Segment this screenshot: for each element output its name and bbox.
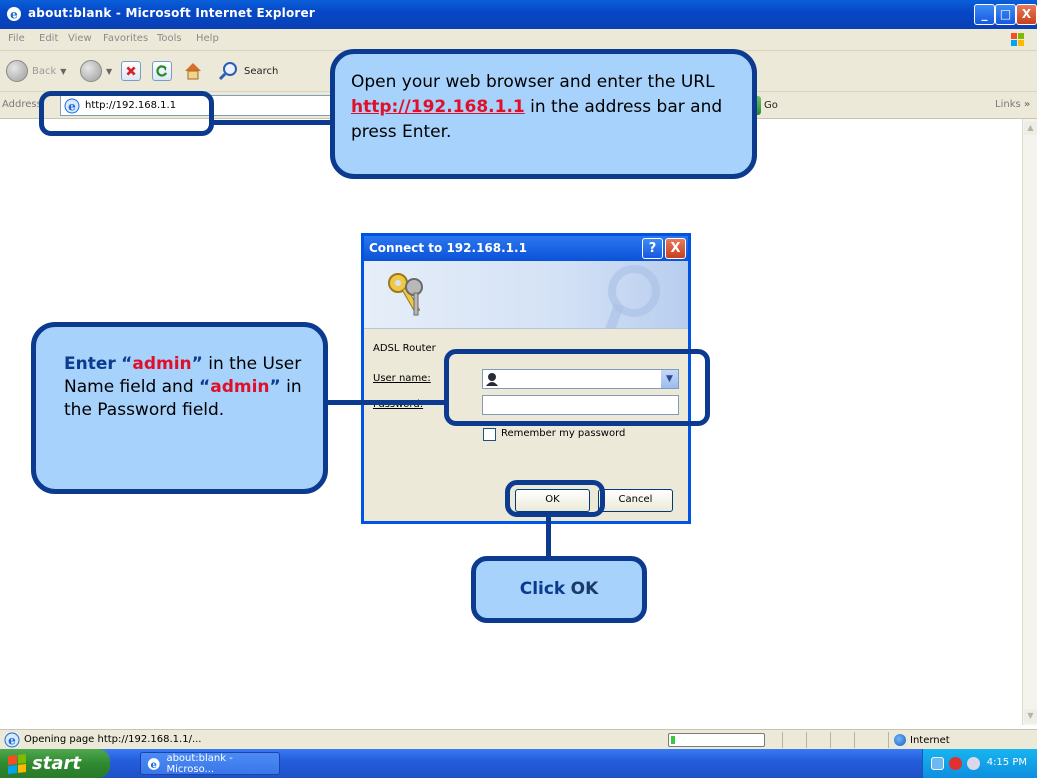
back-label: Back	[32, 65, 57, 77]
ie-icon: e	[147, 757, 160, 770]
globe-icon	[894, 734, 906, 746]
links-button[interactable]: Links »	[995, 99, 1030, 110]
status-divider	[806, 732, 807, 748]
links-label: Links	[995, 99, 1021, 110]
close-button[interactable]: X	[1016, 4, 1037, 25]
status-divider	[782, 732, 783, 748]
click-word: Click	[519, 579, 566, 599]
username-hint: admin	[132, 354, 192, 374]
open-quote-1: “	[121, 354, 133, 374]
credentials-callout-connector	[324, 400, 449, 405]
url-callout-link: http://192.168.1.1	[351, 97, 525, 117]
home-button[interactable]	[182, 59, 204, 83]
ie-icon: e	[7, 7, 21, 22]
dialog-banner	[364, 261, 688, 329]
dialog-title: Connect to 192.168.1.1	[369, 241, 527, 255]
scroll-down-icon[interactable]: ▼	[1024, 709, 1037, 723]
minimize-button[interactable]: _	[974, 4, 995, 25]
ok-highlight	[505, 480, 605, 517]
forward-dropdown-icon: ▼	[106, 66, 113, 76]
security-zone: Internet	[894, 734, 950, 746]
back-icon	[6, 60, 28, 82]
password-hint: admin	[210, 377, 270, 397]
security-shield-icon[interactable]	[949, 757, 962, 770]
system-tray: 4:15 PM	[922, 749, 1037, 778]
realm-label: ADSL Router	[373, 343, 436, 354]
url-instruction-callout: Open your web browser and enter the URL …	[330, 49, 757, 179]
zone-label: Internet	[910, 734, 950, 746]
address-label: Address	[2, 99, 42, 110]
status-divider	[854, 732, 855, 748]
stop-button[interactable]	[121, 59, 141, 83]
open-quote-2: “	[199, 377, 211, 397]
close-quote-1: ”	[191, 354, 203, 374]
window-title-bar[interactable]: e about:blank - Microsoft Internet Explo…	[0, 0, 1037, 29]
ok-callout-connector	[546, 512, 551, 560]
back-button[interactable]: Back ▼	[6, 59, 66, 83]
remember-label: Remember my password	[501, 428, 626, 439]
username-label: User name:	[373, 373, 431, 384]
forward-icon	[80, 60, 102, 82]
svg-text:e: e	[8, 734, 16, 748]
maximize-button[interactable]: □	[995, 4, 1016, 25]
close-quote-2: ”	[269, 377, 281, 397]
menu-edit[interactable]: Edit	[39, 33, 58, 44]
forward-button[interactable]: ▼	[80, 59, 112, 83]
progress-fill	[671, 736, 675, 744]
credentials-highlight	[444, 349, 710, 426]
status-divider	[830, 732, 831, 748]
search-button[interactable]: Search	[218, 59, 278, 83]
cancel-button[interactable]: Cancel	[598, 489, 673, 512]
window-title: about:blank - Microsoft Internet Explore…	[28, 6, 315, 20]
taskbar-item-ie[interactable]: e about:blank - Microso...	[140, 752, 280, 775]
menu-tools[interactable]: Tools	[157, 33, 182, 44]
url-callout-text-before: Open your web browser and enter the URL	[351, 72, 715, 92]
search-label: Search	[244, 65, 279, 77]
go-label: Go	[764, 100, 778, 111]
address-highlight	[39, 91, 214, 136]
menu-help[interactable]: Help	[196, 33, 219, 44]
menu-bar: File Edit View Favorites Tools Help	[0, 29, 1037, 51]
taskbar-item-label: about:blank - Microso...	[166, 752, 233, 775]
refresh-button[interactable]	[152, 59, 172, 83]
taskbar: start e about:blank - Microso... 4:15 PM	[0, 749, 1037, 778]
network-icon[interactable]	[931, 757, 944, 770]
svg-text:e: e	[10, 8, 18, 22]
home-icon	[185, 63, 201, 80]
enter-word: Enter	[64, 354, 116, 374]
search-icon	[218, 62, 237, 81]
start-label: start	[32, 753, 81, 774]
url-callout-connector	[214, 120, 337, 125]
status-bar: e Opening page http://192.168.1.1/... In…	[0, 729, 1037, 749]
status-divider	[888, 732, 889, 748]
screen: e about:blank - Microsoft Internet Explo…	[0, 0, 1037, 778]
loading-progress-bar	[668, 733, 765, 747]
start-button[interactable]: start	[0, 749, 110, 778]
windows-flag-icon	[8, 753, 26, 774]
dialog-close-button[interactable]: X	[665, 238, 686, 259]
clock: 4:15 PM	[986, 757, 1027, 768]
stop-icon	[121, 61, 141, 81]
ok-word: OK	[570, 579, 599, 599]
remember-checkbox[interactable]	[483, 428, 496, 441]
back-dropdown-icon: ▼	[60, 66, 67, 76]
windows-flag-icon	[1011, 33, 1024, 46]
keys-icon	[388, 273, 423, 316]
keys-watermark-icon	[604, 265, 660, 329]
volume-icon[interactable]	[967, 757, 980, 770]
svg-text:e: e	[151, 759, 157, 770]
refresh-icon	[152, 61, 172, 81]
scroll-up-icon[interactable]: ▲	[1024, 121, 1037, 135]
menu-file[interactable]: File	[8, 33, 25, 44]
dialog-title-bar[interactable]: Connect to 192.168.1.1 ? X	[364, 236, 688, 261]
click-ok-callout: Click OK	[471, 556, 647, 623]
menu-view[interactable]: View	[68, 33, 92, 44]
help-button[interactable]: ?	[642, 238, 663, 259]
vertical-scrollbar[interactable]: ▲ ▼	[1022, 119, 1037, 725]
credentials-instruction-callout: Enter “admin” in the User Name field and…	[31, 322, 328, 494]
ie-icon: e	[4, 732, 20, 748]
menu-favorites[interactable]: Favorites	[103, 33, 148, 44]
status-text: Opening page http://192.168.1.1/...	[24, 734, 202, 745]
